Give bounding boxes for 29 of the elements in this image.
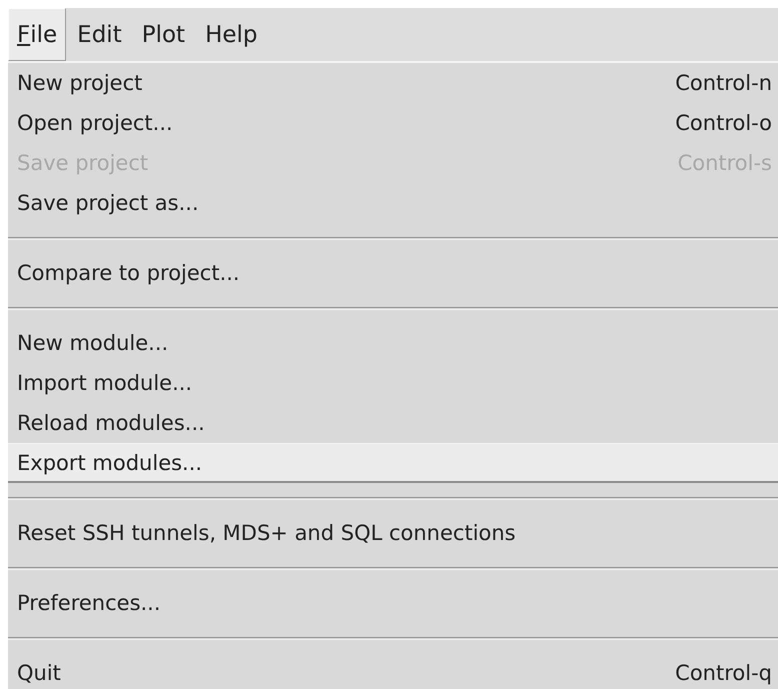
menu-tab[interactable]: File xyxy=(8,8,66,61)
menu-item[interactable]: Import module... xyxy=(8,363,778,403)
shortcut-label: Control-q xyxy=(675,661,772,685)
menu-item[interactable]: New module... xyxy=(8,323,778,363)
menu-item[interactable]: Quit Control-q xyxy=(8,653,778,689)
menu-item-label: Quit xyxy=(17,661,61,685)
shortcut-label: Control-n xyxy=(675,71,772,95)
menu-item-label: Preferences... xyxy=(17,591,161,615)
menu-item-label: New module... xyxy=(17,331,168,355)
menu-item-label: Save project as... xyxy=(17,191,199,215)
menu-item[interactable]: Open project... Control-o xyxy=(8,103,778,143)
menu-item-label: Export modules... xyxy=(17,450,202,474)
shortcut-label: Control-o xyxy=(675,111,772,135)
menu-tab[interactable]: Help xyxy=(196,8,267,61)
menu-item[interactable]: New project Control-n xyxy=(8,63,778,103)
menu-item[interactable]: Preferences... xyxy=(8,583,778,623)
menu-tab[interactable]: Edit xyxy=(68,8,131,61)
menu-item-label: Compare to project... xyxy=(17,261,240,285)
menu-item[interactable]: Export modules... xyxy=(8,443,778,483)
menu-item[interactable]: Compare to project... xyxy=(8,253,778,293)
menu-item-label: Reset SSH tunnels, MDS+ and SQL connections xyxy=(17,521,516,545)
menu-item-label: Import module... xyxy=(17,371,192,395)
menu-tab[interactable]: Plot xyxy=(132,8,194,61)
menu-item[interactable]: Save project as... xyxy=(8,183,778,223)
menu-item-label: Reload modules... xyxy=(17,411,205,435)
menu-item[interactable]: Reset SSH tunnels, MDS+ and SQL connections xyxy=(8,513,778,553)
menu-item-label: Open project... xyxy=(17,111,173,135)
menu-item[interactable]: Reload modules... xyxy=(8,403,778,443)
menu-item-label: New project xyxy=(17,71,142,95)
